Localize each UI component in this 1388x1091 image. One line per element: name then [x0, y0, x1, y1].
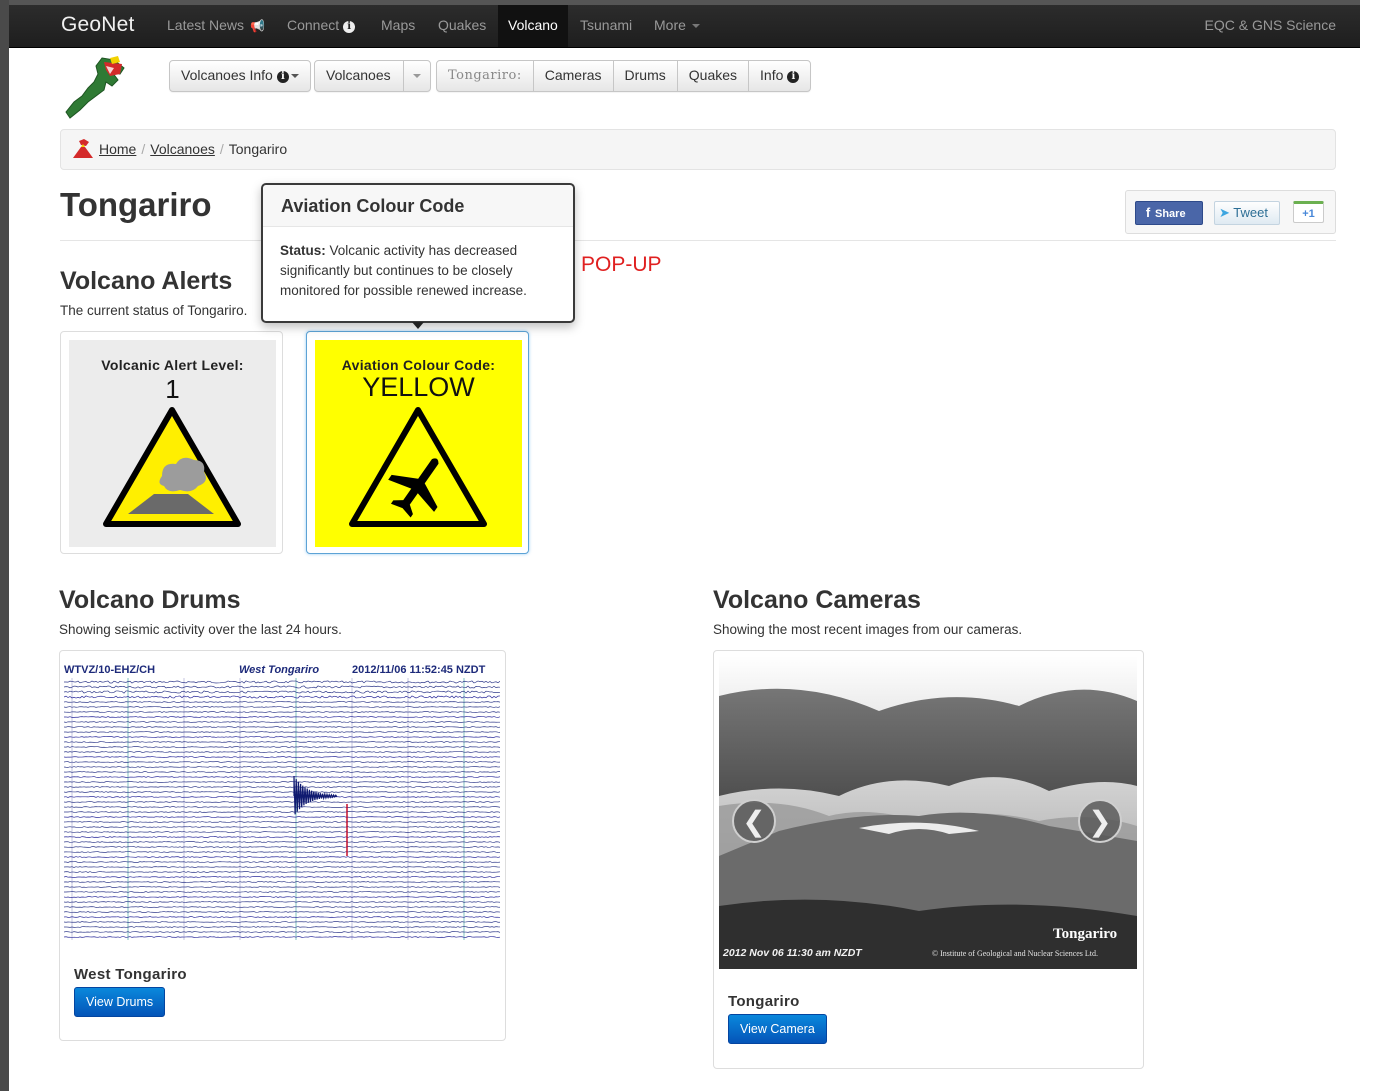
quakes-button[interactable]: Quakes: [678, 61, 750, 91]
breadcrumb-home-link[interactable]: Home: [99, 141, 136, 157]
window-frame-right: [1360, 0, 1388, 1091]
volcanic-alert-level-label: Volcanic Alert Level:: [101, 357, 244, 373]
camera-image[interactable]: [719, 656, 1137, 969]
info-button[interactable]: Info i: [749, 61, 810, 91]
seismogram-timestamp: 2012/11/06 11:52:45 NZDT: [352, 664, 486, 676]
volcano-home-icon: [73, 139, 93, 158]
volcanic-alert-level-value: 1: [165, 374, 180, 404]
seismogram-header: WTVZ/10-EHZ/CH West Tongariro 2012/11/06…: [64, 664, 504, 678]
volcano-sections-group: Tongariro: Cameras Drums Quakes Info i: [436, 60, 812, 92]
chevron-down-icon: [290, 74, 299, 79]
nav-volcano[interactable]: Volcano: [498, 5, 568, 47]
nav-latest-news[interactable]: Latest News 📢: [157, 5, 275, 47]
seismogram-location: West Tongariro: [239, 664, 320, 676]
nav-volcano-label: Volcano: [508, 17, 558, 33]
breadcrumb-separator: /: [219, 141, 224, 157]
window-frame-left: [0, 0, 9, 1091]
page-title: Tongariro: [60, 186, 212, 223]
volcano-drums-subheading: Showing seismic activity over the last 2…: [59, 622, 342, 637]
facebook-share-button[interactable]: f Share: [1135, 201, 1203, 225]
aviation-colour-code-popover: Aviation Colour Code Status: Volcanic ac…: [261, 183, 575, 329]
volcano-alerts-heading: Volcano Alerts: [60, 267, 233, 295]
airplane-warning-icon: [349, 407, 487, 527]
tweet-button[interactable]: ➤ Tweet: [1214, 201, 1280, 225]
top-navbar: GeoNet Latest News 📢 Connect i Maps Quakes…: [9, 5, 1360, 48]
info-icon: i: [787, 71, 800, 83]
info-button-label: Info: [760, 67, 784, 83]
aviation-colour-code-panel: Aviation Colour Code: YELLOW: [315, 340, 522, 547]
nav-eqc-gns-link[interactable]: EQC & GNS Science: [1205, 5, 1337, 45]
volcanic-alert-level-card[interactable]: Volcanic Alert Level: 1: [60, 331, 283, 554]
nav-connect[interactable]: Connect i: [277, 5, 365, 47]
volcano-cameras-heading: Volcano Cameras: [713, 586, 921, 614]
camera-image-copyright: © Institute of Geological and Nuclear Sc…: [932, 949, 1099, 958]
popup-annotation: POP-UP: [581, 253, 662, 276]
volcano-drums-heading: Volcano Drums: [59, 586, 241, 614]
view-camera-button[interactable]: View Camera: [728, 1014, 827, 1044]
camera-image-timestamp: 2012 Nov 06 11:30 am NZDT: [723, 947, 862, 959]
volcano-eruption-warning-icon: [103, 407, 241, 527]
facebook-icon: f: [1145, 205, 1151, 220]
nav-more-label: More: [654, 17, 686, 33]
current-volcano-label: Tongariro:: [437, 61, 534, 91]
facebook-share-label: Share: [1155, 208, 1186, 220]
breadcrumb-trail: Home / Volcanoes / Tongariro: [99, 141, 287, 157]
camera-next-button[interactable]: ❯: [1078, 799, 1122, 843]
nav-maps[interactable]: Maps: [371, 5, 425, 47]
volcanoes-select-group: Volcanoes: [314, 60, 431, 92]
popover-title: Aviation Colour Code: [263, 185, 573, 227]
google-plus-one-button[interactable]: +1: [1293, 201, 1324, 223]
title-divider: [60, 240, 1336, 241]
nav-tsunami-label: Tsunami: [580, 17, 633, 33]
nav-tsunami[interactable]: Tsunami: [570, 5, 642, 47]
volcanoes-info-label: Volcanoes Info: [181, 67, 273, 83]
nav-quakes-label: Quakes: [438, 17, 487, 33]
cameras-button[interactable]: Cameras: [534, 61, 614, 91]
social-share-bar: f Share ➤ Tweet +1: [1125, 190, 1336, 234]
volcanoes-info-group: Volcanoes Info i: [169, 60, 311, 92]
megaphone-icon: 📢: [250, 19, 265, 33]
popover-body: Status: Volcanic activity has decreased …: [263, 227, 573, 301]
nz-map-logo[interactable]: [62, 52, 132, 122]
chevron-down-icon: [691, 24, 700, 29]
seismogram-image[interactable]: [64, 678, 500, 942]
info-icon: i: [276, 71, 289, 83]
tweet-label: Tweet: [1233, 205, 1268, 220]
nav-more-dropdown[interactable]: More: [644, 5, 710, 47]
breadcrumb-separator: /: [141, 141, 146, 157]
volcano-alerts-subheading: The current status of Tongariro.: [60, 303, 248, 318]
nav-connect-label: Connect: [287, 17, 340, 33]
aviation-colour-code-label: Aviation Colour Code:: [341, 357, 496, 373]
seismogram-station: WTVZ/10-EHZ/CH: [64, 664, 156, 676]
camera-image-location: Tongariro: [1053, 926, 1118, 942]
view-drums-button[interactable]: View Drums: [74, 987, 166, 1017]
camera-caption: Tongariro: [728, 993, 800, 1010]
breadcrumb: Home / Volcanoes / Tongariro: [60, 129, 1336, 170]
popover-arrow: [412, 322, 424, 329]
drums-button[interactable]: Drums: [614, 61, 678, 91]
volcanoes-info-dropdown[interactable]: Volcanoes Info i: [170, 61, 310, 91]
twitter-bird-icon: ➤: [1219, 205, 1230, 220]
breadcrumb-volcanoes-link[interactable]: Volcanoes: [150, 141, 215, 157]
volcanoes-button[interactable]: Volcanoes: [315, 61, 404, 91]
breadcrumb-current: Tongariro: [228, 141, 288, 157]
volcanoes-caret-button[interactable]: [404, 61, 430, 91]
popover-status-label: Status:: [280, 243, 326, 258]
volcanic-alert-level-panel: Volcanic Alert Level: 1: [69, 340, 276, 547]
nav-quakes[interactable]: Quakes: [428, 5, 496, 47]
nav-latest-news-label: Latest News: [167, 17, 245, 33]
info-icon: i: [343, 21, 356, 33]
nav-maps-label: Maps: [381, 17, 416, 33]
chevron-down-icon: [413, 74, 421, 79]
aviation-colour-code-value: YELLOW: [362, 372, 475, 402]
drums-caption: West Tongariro: [74, 966, 187, 983]
volcano-cameras-subheading: Showing the most recent images from our …: [713, 622, 1023, 637]
aviation-colour-code-card[interactable]: Aviation Colour Code: YELLOW: [306, 331, 529, 554]
camera-prev-button[interactable]: ❮: [732, 799, 776, 843]
brand-logo[interactable]: GeoNet: [61, 13, 135, 37]
